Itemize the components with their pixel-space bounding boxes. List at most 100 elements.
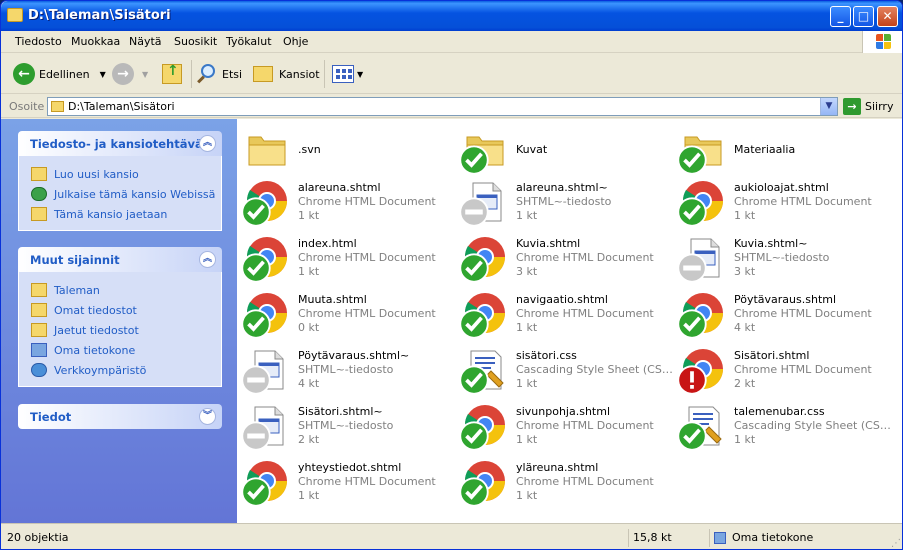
svn-ok-badge-icon [241,477,271,510]
menu-view[interactable]: Näytä [129,35,162,48]
place-network[interactable]: Verkkoympäristö [31,360,221,380]
details-header[interactable]: Tiedot ︾ [18,404,222,429]
toolbar-separator [191,60,192,88]
file-item[interactable]: Sisätori.shtml~ SHTML~-tiedosto 2 kt [241,399,461,451]
up-folder-button[interactable]: ↑ [162,62,182,86]
file-name: alareuna.shtml~ [516,181,608,194]
file-tasks-header[interactable]: Tiedosto- ja kansiotehtävät ︽ [18,131,222,156]
menu-edit[interactable]: Muokkaa [71,35,120,48]
link-label: Taleman [54,283,100,297]
collapse-icon[interactable]: ︽ [199,251,216,268]
file-item[interactable]: Pöytävaraus.shtml Chrome HTML Document 4 k… [677,287,897,339]
folder-item[interactable]: Materiaalia [677,123,897,175]
file-type: Chrome HTML Document [516,475,654,488]
other-places-header[interactable]: Muut sijainnit ︽ [18,247,222,272]
menu-bar: Tiedosto Muokkaa Näytä Suosikit Työkalut… [1,31,902,53]
panel-title: Tiedot [30,410,72,424]
up-folder-icon: ↑ [162,63,182,84]
svn-ok-badge-icon [459,421,489,454]
file-item[interactable]: sisätori.css Cascading Style Sheet (CSS) … [459,343,679,395]
dropdown-arrow-icon[interactable]: ▼ [142,70,148,79]
dropdown-arrow-icon: ▼ [357,69,364,79]
link-label: Tämä kansio jaetaan [54,207,168,221]
place-my-computer[interactable]: Oma tietokone [31,340,221,360]
file-item[interactable]: alareuna.shtml~ SHTML~-tiedosto 1 kt [459,175,679,227]
expand-icon[interactable]: ︾ [199,408,216,425]
address-input[interactable]: D:\Taleman\Sisätori ▼ [47,97,838,116]
file-type: SHTML~-tiedosto [516,195,612,208]
place-shared-documents[interactable]: Jaetut tiedostot [31,320,221,340]
collapse-icon[interactable]: ︽ [199,135,216,152]
place-my-documents[interactable]: Omat tiedostot [31,300,221,320]
my-documents-icon [31,303,47,317]
chrome-icon [459,291,507,339]
chrome-icon [459,459,507,507]
file-type: SHTML~-tiedosto [298,363,394,376]
address-value: D:\Taleman\Sisätori [68,100,175,113]
publish-web-link[interactable]: Julkaise tämä kansio Webissä [31,184,221,204]
close-button[interactable]: ✕ [877,6,898,27]
dropdown-arrow-icon[interactable]: ▼ [100,70,106,79]
svn-ok-badge-icon [241,309,271,342]
file-item[interactable]: navigaatio.shtml Chrome HTML Document 1 kt [459,287,679,339]
file-item[interactable]: index.html Chrome HTML Document 1 kt [241,231,461,283]
folder-item[interactable]: Kuvat [459,123,679,175]
folder-item[interactable]: .svn [241,123,461,173]
svn-ok-badge-icon [459,309,489,342]
status-object-count: 20 objektia [7,531,69,544]
folder-icon [31,283,47,297]
globe-icon [31,187,47,201]
link-label: Jaetut tiedostot [54,323,139,337]
menu-help[interactable]: Ohje [283,35,308,48]
file-list: .svn Kuvat Materiaalia alareuna.shtml Chrome… [237,119,902,523]
menu-favorites[interactable]: Suosikit [174,35,217,48]
file-name: Kuvat [516,143,548,156]
maximize-button[interactable]: □ [853,6,874,27]
file-item[interactable]: yhteystiedot.shtml Chrome HTML Document 1 … [241,455,461,507]
file-item[interactable]: talemenubar.css Cascading Style Sheet (CS… [677,399,897,451]
file-item[interactable]: Kuvia.shtml~ SHTML~-tiedosto 3 kt [677,231,897,283]
chrome-icon [241,291,289,339]
file-type: Chrome HTML Document [734,363,872,376]
file-item[interactable]: sivunpohja.shtml Chrome HTML Document 1 kt [459,399,679,451]
new-folder-link[interactable]: Luo uusi kansio [31,164,221,184]
file-type: SHTML~-tiedosto [298,419,394,432]
file-item[interactable]: yläreuna.shtml Chrome HTML Document 1 kt [459,455,679,507]
file-name: navigaatio.shtml [516,293,608,306]
explorer-window: D:\Taleman\Sisätori _ □ ✕ Tiedosto Muokk… [0,0,903,550]
folders-button[interactable]: Kansiot [253,62,320,86]
file-item[interactable]: Sisätori.shtml Chrome HTML Document 2 kt [677,343,897,395]
file-item[interactable]: alareuna.shtml Chrome HTML Document 1 kt [241,175,461,227]
file-type: Chrome HTML Document [298,307,436,320]
search-button[interactable]: Etsi [197,62,242,86]
go-label: Siirry [865,100,894,113]
file-item[interactable]: Pöytävaraus.shtml~ SHTML~-tiedosto 4 kt [241,343,461,395]
title-bar[interactable]: D:\Taleman\Sisätori _ □ ✕ [1,1,902,31]
network-icon [31,363,47,377]
share-folder-link[interactable]: Tämä kansio jaetaan [31,204,221,224]
shared-folder-icon [31,207,47,221]
generic-file-icon [677,235,725,283]
menu-file[interactable]: Tiedosto [15,35,62,48]
menu-tools[interactable]: Työkalut [226,35,272,48]
back-label: Edellinen [39,67,90,81]
file-size: 1 kt [298,265,320,278]
file-name: index.html [298,237,357,250]
forward-button[interactable]: → ▼ [112,62,148,86]
chrome-icon [241,235,289,283]
file-item[interactable]: Kuvia.shtml Chrome HTML Document 3 kt [459,231,679,283]
file-name: Materiaalia [734,143,796,156]
search-label: Etsi [222,67,243,81]
address-dropdown-icon[interactable]: ▼ [820,98,837,115]
minimize-button[interactable]: _ [830,6,851,27]
back-button[interactable]: ← Edellinen ▼ [13,62,106,86]
views-button[interactable]: ▼ [332,62,363,86]
svn-ok-badge-icon [459,253,489,286]
file-item[interactable]: aukioloajat.shtml Chrome HTML Document 1 k… [677,175,897,227]
status-location: Oma tietokone [709,529,879,547]
place-taleman[interactable]: Taleman [31,280,221,300]
file-item[interactable]: Muuta.shtml Chrome HTML Document 0 kt [241,287,461,339]
chrome-icon [241,179,289,227]
go-button[interactable]: → Siirry [843,97,893,116]
resize-grip-icon[interactable]: ⋰ [891,538,901,549]
